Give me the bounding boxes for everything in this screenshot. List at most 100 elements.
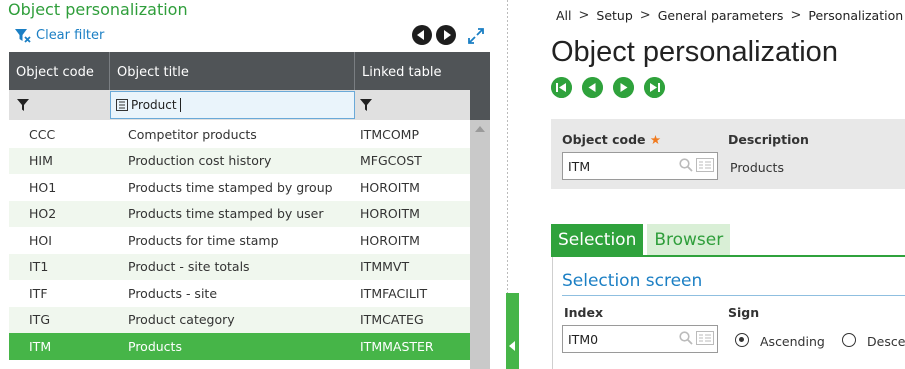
description-value: Products: [730, 160, 784, 175]
index-field[interactable]: ITM0: [562, 325, 718, 353]
cell-object-title: Competitor products: [128, 126, 257, 142]
filter-cell-code[interactable]: [9, 96, 110, 115]
cell-linked-table: MFGCOST: [360, 153, 422, 169]
filter-input-title[interactable]: Product: [110, 91, 355, 119]
cell-object-code: ITG: [29, 312, 51, 328]
collapse-panel-button[interactable]: [506, 293, 519, 369]
last-record-icon[interactable]: [644, 77, 665, 98]
cell-object-title: Products - site: [128, 285, 218, 301]
breadcrumb-separator: >: [578, 8, 590, 23]
list-scrollbar[interactable]: [470, 120, 490, 369]
index-label: Index: [564, 305, 604, 320]
cell-linked-table: HOROITM: [360, 232, 420, 248]
table-row[interactable]: ITF Products - site ITMFACILIT: [9, 280, 470, 307]
page-title: Object personalization: [551, 36, 838, 68]
cell-object-title: Products for time stamp: [128, 232, 279, 248]
cell-object-code: CCC: [29, 126, 56, 142]
descending-radio[interactable]: [842, 333, 856, 347]
breadcrumb-separator: >: [639, 8, 651, 23]
cell-linked-table: ITMFACILIT: [360, 285, 428, 301]
breadcrumb-general-parameters[interactable]: General parameters: [658, 8, 784, 23]
cell-object-code: HIM: [29, 153, 53, 169]
tab-selection[interactable]: Selection: [551, 224, 644, 255]
table-row[interactable]: IT1 Product - site totals ITMMVT: [9, 253, 470, 280]
cell-object-title: Production cost history: [128, 153, 272, 169]
app-root: Object personalization Clear filter Obje…: [0, 0, 905, 369]
clear-filter-icon: [15, 29, 31, 43]
sign-label: Sign: [728, 305, 760, 320]
filter-cell-table[interactable]: [355, 96, 470, 115]
breadcrumb-separator: >: [790, 8, 802, 23]
clear-filter-link[interactable]: Clear filter: [14, 27, 104, 43]
filter-icon: [360, 98, 372, 111]
cell-object-code: IT1: [29, 259, 49, 275]
table-row[interactable]: HO2 Products time stamped by user HOROITM: [9, 200, 470, 227]
breadcrumb: All > Setup > General parameters > Perso…: [556, 8, 903, 23]
tab-bar: Selection Browser: [551, 224, 731, 255]
cell-linked-table: HOROITM: [360, 206, 420, 222]
expand-icon[interactable]: [466, 26, 486, 46]
section-divider: [562, 295, 905, 296]
cell-linked-table: ITMCATEG: [360, 312, 424, 328]
next-record-icon[interactable]: [613, 77, 634, 98]
cell-object-title: Products time stamped by user: [128, 206, 324, 222]
tab-browser[interactable]: Browser: [647, 224, 731, 255]
table-row[interactable]: CCC Competitor products ITMCOMP: [9, 121, 470, 148]
ascending-radio[interactable]: [735, 333, 749, 347]
detail-icon[interactable]: [696, 158, 714, 172]
previous-icon[interactable]: [412, 25, 432, 45]
table-row[interactable]: ITG Product category ITMCATEG: [9, 306, 470, 333]
object-code-value: ITM: [568, 159, 591, 174]
cell-object-code: HO2: [29, 206, 57, 222]
cell-linked-table: ITMCOMP: [360, 126, 419, 142]
record-navigation: [551, 77, 665, 98]
breadcrumb-setup[interactable]: Setup: [596, 8, 632, 23]
description-label: Description: [728, 132, 809, 147]
cell-object-title: Product category: [128, 312, 235, 328]
field-icons: [679, 331, 714, 345]
grid-header-corner: [470, 52, 490, 120]
grid-header: Object code Object title Linked table: [9, 52, 470, 90]
table-row[interactable]: ITM Products ITMMASTER: [9, 333, 470, 360]
search-icon[interactable]: [679, 331, 693, 345]
table-row[interactable]: HOI Products for time stamp HOROITM: [9, 227, 470, 254]
object-list: CCC Competitor products ITMCOMP HIM Producti…: [9, 121, 470, 360]
text-cursor: [179, 98, 181, 112]
index-value: ITM0: [568, 332, 599, 347]
column-header-object-title[interactable]: Object title: [110, 52, 355, 90]
cell-object-code: HO1: [29, 179, 57, 195]
contains-filter-icon: [116, 99, 128, 111]
cell-object-title: Products: [128, 338, 182, 354]
column-header-linked-table[interactable]: Linked table: [355, 52, 470, 90]
cell-object-title: Product - site totals: [128, 259, 250, 275]
table-row[interactable]: HIM Production cost history MFGCOST: [9, 147, 470, 174]
left-panel-title: Object personalization: [8, 0, 188, 19]
column-header-object-code[interactable]: Object code: [9, 52, 110, 90]
filter-icon: [17, 98, 29, 111]
object-code-label: Object code ★: [562, 132, 661, 147]
ascending-label[interactable]: Ascending: [760, 334, 825, 349]
record-nav: [412, 25, 456, 45]
cell-linked-table: ITMMASTER: [360, 338, 434, 354]
clear-filter-label: Clear filter: [36, 27, 105, 43]
first-record-icon[interactable]: [551, 77, 572, 98]
search-icon[interactable]: [679, 158, 693, 172]
detail-icon[interactable]: [696, 331, 714, 345]
cell-object-code: HOI: [29, 232, 52, 248]
cell-object-code: ITM: [29, 338, 52, 354]
breadcrumb-all[interactable]: All: [556, 8, 572, 23]
scroll-up-icon[interactable]: [475, 126, 485, 132]
breadcrumb-personalization[interactable]: Personalization: [808, 8, 903, 23]
filter-row: Product: [9, 90, 470, 120]
previous-record-icon[interactable]: [582, 77, 603, 98]
cell-object-code: ITF: [29, 285, 48, 301]
cell-object-title: Products time stamped by group: [128, 179, 333, 195]
filter-input-value: Product: [131, 98, 177, 112]
object-code-field[interactable]: ITM: [562, 152, 718, 180]
required-star-icon: ★: [649, 132, 662, 147]
descending-label[interactable]: Desce: [867, 334, 905, 349]
next-icon[interactable]: [436, 25, 456, 45]
object-code-label-text: Object code: [562, 132, 646, 147]
table-row[interactable]: HO1 Products time stamped by group HOROITM: [9, 174, 470, 201]
section-title: Selection screen: [562, 271, 703, 291]
